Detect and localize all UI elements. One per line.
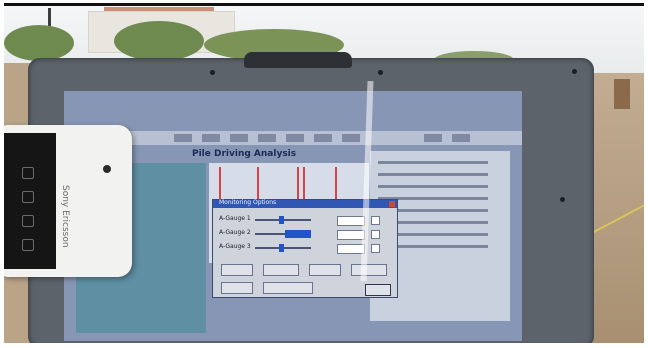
toolbar-button[interactable] <box>202 134 220 142</box>
screw-icon <box>572 69 577 74</box>
screw-icon <box>210 70 215 75</box>
phone-brand: Sony Ericsson <box>60 185 70 248</box>
toolbar-button[interactable] <box>342 134 360 142</box>
ok-button[interactable] <box>365 284 391 296</box>
app-title: Pile Driving Analysis <box>192 149 297 159</box>
photo-scene: Pile Driving Analysis Monitoring Options <box>4 3 644 343</box>
gauge-slider[interactable] <box>255 244 311 252</box>
mobile-phone: Sony Ericsson <box>4 125 132 277</box>
toolbar-button[interactable] <box>286 134 304 142</box>
phone-menu-icon <box>22 191 34 203</box>
option-button[interactable] <box>221 282 253 294</box>
slider-thumb[interactable] <box>279 216 284 224</box>
gauge-label: A-Gauge 1 <box>219 215 251 222</box>
toolbar-button[interactable] <box>452 134 470 142</box>
phone-screen <box>4 133 56 269</box>
lid-latch <box>244 52 352 68</box>
tree <box>114 21 204 61</box>
phone-app-icon <box>22 239 34 251</box>
option-button[interactable] <box>221 264 253 276</box>
toolbar-button[interactable] <box>424 134 442 142</box>
option-button[interactable] <box>263 282 313 294</box>
option-button[interactable] <box>263 264 299 276</box>
toolbar-button[interactable] <box>314 134 332 142</box>
results-line <box>378 185 488 188</box>
app-toolbar <box>64 131 522 145</box>
gauge-checkbox[interactable] <box>371 244 380 253</box>
phone-app-icon <box>22 215 34 227</box>
options-dialog: Monitoring Options A-Gauge 1 A-Gauge 2 A… <box>212 199 398 298</box>
screw-icon <box>378 70 383 75</box>
gauge-checkbox[interactable] <box>371 216 380 225</box>
option-button[interactable] <box>351 264 387 276</box>
laptop-screen: Pile Driving Analysis Monitoring Options <box>64 91 522 341</box>
toolbar-button[interactable] <box>230 134 248 142</box>
phone-camera-icon <box>103 165 111 173</box>
close-icon[interactable] <box>389 201 395 207</box>
screw-icon <box>560 197 565 202</box>
results-line <box>378 173 488 176</box>
results-line <box>378 161 488 164</box>
tree <box>4 25 74 61</box>
gauge-value-field[interactable] <box>337 230 365 240</box>
wooden-stump <box>614 79 630 109</box>
dialog-title: Monitoring Options <box>219 199 277 206</box>
slider-thumb[interactable] <box>279 244 284 252</box>
gauge-checkbox[interactable] <box>371 230 380 239</box>
option-button[interactable] <box>309 264 341 276</box>
gauge-label: A-Gauge 3 <box>219 243 251 250</box>
gauge-label: A-Gauge 2 <box>219 229 251 236</box>
gauge-slider[interactable] <box>255 216 311 224</box>
dialog-titlebar[interactable]: Monitoring Options <box>213 199 397 208</box>
slider-thumb[interactable] <box>285 230 311 238</box>
toolbar-button[interactable] <box>258 134 276 142</box>
gauge-value-field[interactable] <box>337 216 365 226</box>
phone-home-icon <box>22 167 34 179</box>
toolbar-button[interactable] <box>174 134 192 142</box>
gauge-slider[interactable] <box>255 230 311 238</box>
